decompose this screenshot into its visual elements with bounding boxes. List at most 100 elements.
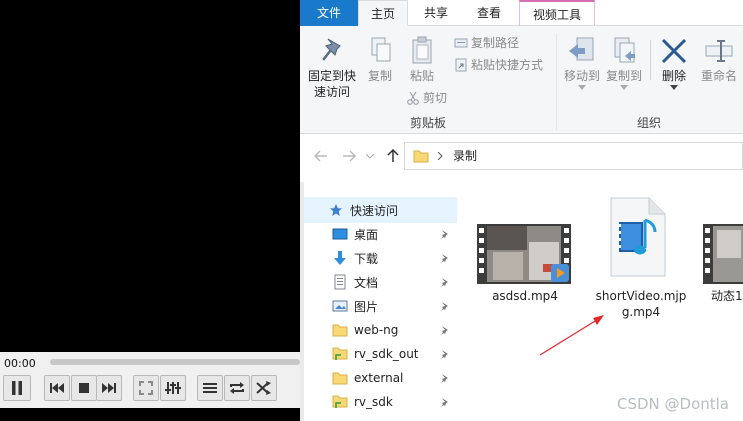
scissors-icon [407, 91, 419, 105]
fullscreen-button[interactable] [133, 375, 159, 401]
copy-to-label: 复制到 [605, 69, 642, 83]
sidebar-item-web-ng[interactable]: web-ng [304, 318, 457, 342]
pin-icon[interactable] [439, 324, 449, 338]
sidebar-item-desktop[interactable]: 桌面 [304, 222, 457, 246]
tab-home[interactable]: 主页 [358, 0, 408, 26]
file-item[interactable]: shortVideo.mjp g.mp4 [587, 196, 695, 322]
paste-shortcut-button[interactable]: 粘贴快捷方式 [454, 55, 543, 75]
seek-bar[interactable] [50, 359, 300, 365]
loop-icon [230, 382, 244, 394]
desktop-icon [332, 226, 348, 242]
address-bar-row: 录制 [300, 135, 743, 175]
sidebar-item-label: 文档 [354, 275, 379, 290]
ribbon-home: 固定到快 速访问 复制 粘贴 复制路径 粘贴快捷方式 剪切 剪贴板 移动到 复制… [300, 26, 743, 134]
skip-back-icon [50, 383, 64, 393]
sidebar-item-pictures[interactable]: 图片 [304, 294, 457, 318]
previous-button[interactable] [44, 375, 70, 401]
skip-forward-icon [102, 383, 116, 393]
back-button[interactable] [312, 147, 330, 165]
sidebar-item-label: 图片 [354, 299, 379, 314]
stop-icon [79, 383, 89, 393]
arrow-right-icon [343, 150, 356, 162]
pin-icon[interactable] [439, 276, 449, 290]
file-item[interactable]: 动态1 [703, 224, 743, 304]
folder-shortcut-icon [332, 346, 348, 362]
pin-quick-access-button[interactable]: 固定到快 速访问 [306, 36, 358, 100]
copy-icon [371, 37, 391, 62]
stop-button[interactable] [71, 375, 97, 401]
loop-button[interactable] [224, 375, 250, 401]
shuffle-button[interactable] [251, 375, 277, 401]
copy-to-icon [614, 37, 635, 63]
sidebar-item-rv-sdk-out[interactable]: rv_sdk_out [304, 342, 457, 366]
folder-shortcut-icon [332, 394, 348, 410]
equalizer-button[interactable] [160, 375, 186, 401]
copy-to-button[interactable]: 复制到 [604, 36, 644, 90]
folder-icon [332, 322, 348, 338]
copy-button[interactable]: 复制 [362, 36, 398, 84]
player-time: 00:00 [4, 357, 36, 370]
video-thumbnail-icon [703, 224, 743, 284]
rename-icon [705, 40, 733, 62]
screen: 00:00 文件 主页 共享 查看 视频工具 固定到快 速访问 复制 粘贴 复制… [0, 0, 743, 421]
chevron-right-icon [437, 152, 443, 160]
pin-icon[interactable] [439, 396, 449, 410]
tab-share[interactable]: 共享 [412, 0, 460, 26]
paste-shortcut-icon [455, 58, 467, 72]
playlist-icon [203, 383, 217, 393]
paste-shortcut-label: 粘贴快捷方式 [471, 58, 544, 72]
sidebar-item-label: rv_sdk_out [354, 347, 419, 361]
rename-label: 重命名 [700, 69, 737, 83]
ribbon-tab-bar: 文件 主页 共享 查看 视频工具 [300, 0, 743, 26]
sidebar-item-downloads[interactable]: 下载 [304, 246, 457, 270]
pin-icon[interactable] [439, 300, 449, 314]
forward-button[interactable] [340, 147, 358, 165]
pin-icon[interactable] [439, 228, 449, 242]
tab-video-tools[interactable]: 视频工具 [519, 0, 595, 26]
star-icon [328, 202, 344, 218]
arrow-left-icon [314, 150, 327, 162]
rename-button[interactable]: 重命名 [696, 36, 742, 84]
sidebar-item-quick-access[interactable]: 快速访问 [304, 197, 457, 223]
copy-path-label: 复制路径 [471, 36, 520, 50]
address-input[interactable]: 录制 [404, 142, 743, 170]
sidebar-item-label: rv_sdk [354, 395, 393, 409]
sidebar-item-label: 桌面 [354, 227, 379, 242]
pin-icon [322, 38, 341, 61]
picture-icon [332, 298, 348, 314]
player-control-row [0, 372, 300, 406]
copy-path-icon [454, 38, 468, 48]
sidebar-item-rv-sdk[interactable]: rv_sdk [304, 390, 457, 414]
pin-icon[interactable] [439, 372, 449, 386]
move-to-button[interactable]: 移动到 [562, 36, 602, 90]
pin-label-line2: 速访问 [313, 85, 350, 99]
tab-view[interactable]: 查看 [464, 0, 514, 26]
sidebar-item-label: external [354, 371, 404, 385]
delete-button[interactable]: 删除 [654, 36, 694, 90]
pin-icon[interactable] [439, 348, 449, 362]
playlist-button[interactable] [197, 375, 223, 401]
next-button[interactable] [96, 375, 122, 401]
ribbon-separator [556, 34, 557, 130]
folder-icon [332, 370, 348, 386]
sidebar-item-external[interactable]: external [304, 366, 457, 390]
folder-icon [413, 150, 429, 163]
recent-locations-button[interactable] [364, 147, 376, 165]
copy-path-button[interactable]: 复制路径 [454, 33, 519, 53]
up-button[interactable] [384, 147, 402, 165]
paste-button[interactable]: 粘贴 [404, 36, 440, 84]
pin-icon[interactable] [439, 252, 449, 266]
cut-button[interactable]: 剪切 [406, 88, 447, 108]
ribbon-separator [650, 40, 651, 80]
download-arrow-icon [332, 250, 348, 266]
chevron-down-icon [578, 85, 586, 90]
chevron-down-icon [620, 85, 628, 90]
sidebar-item-documents[interactable]: 文档 [304, 270, 457, 294]
video-thumbnail-icon [477, 224, 571, 284]
tab-file[interactable]: 文件 [300, 0, 358, 26]
address-path: 录制 [453, 149, 478, 163]
pause-button[interactable] [3, 375, 31, 401]
copy-label: 复制 [367, 69, 392, 83]
pause-icon [12, 381, 22, 395]
file-item[interactable]: asdsd.mp4 [475, 224, 575, 304]
